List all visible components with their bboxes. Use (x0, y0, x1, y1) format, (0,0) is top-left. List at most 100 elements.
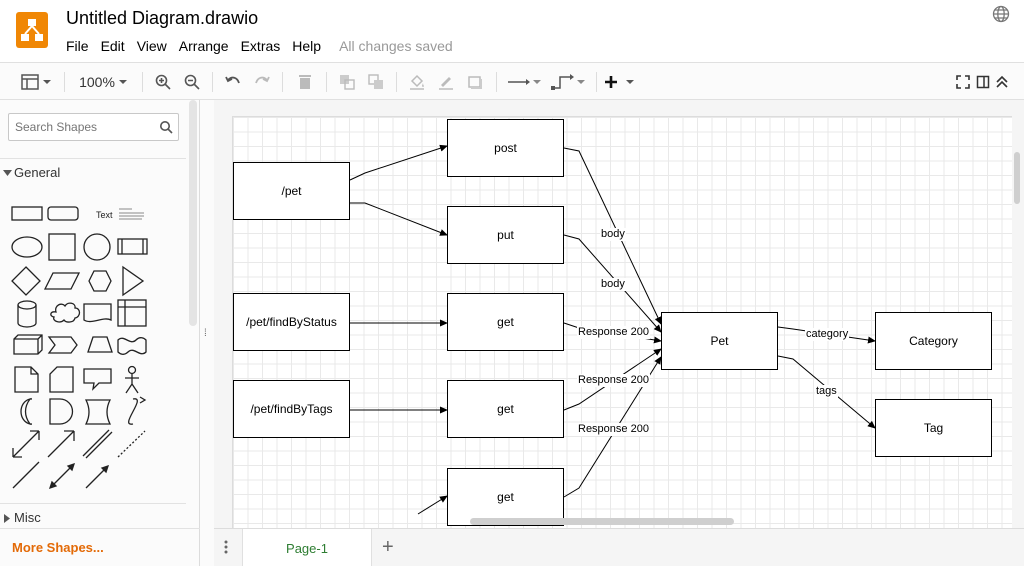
callout-shape[interactable] (83, 368, 112, 391)
edge-pet-post[interactable] (349, 144, 448, 181)
square-shape[interactable] (48, 233, 76, 261)
menu-extras[interactable]: Extras (241, 38, 281, 54)
node-pet-path[interactable]: /pet (233, 162, 350, 220)
globe-icon[interactable] (992, 5, 1010, 23)
add-page-icon[interactable]: + (382, 537, 394, 557)
step-shape[interactable] (47, 336, 78, 354)
internal-storage-shape[interactable] (117, 299, 147, 327)
card-shape[interactable] (49, 366, 74, 393)
directional-connector-shape[interactable] (85, 464, 110, 489)
delete-icon[interactable] (294, 71, 316, 93)
triangle-shape[interactable] (122, 265, 145, 297)
line-shape[interactable] (12, 461, 40, 489)
arrow-shape[interactable] (47, 430, 75, 458)
edge-label-category[interactable]: category (805, 328, 850, 341)
fullscreen-icon[interactable] (953, 71, 973, 93)
edge-pet-put[interactable] (350, 202, 448, 236)
or-shape[interactable] (20, 397, 32, 426)
to-front-icon[interactable] (336, 71, 358, 93)
node-label: get (497, 490, 514, 504)
edge-label-body[interactable]: body (600, 278, 626, 291)
parallelogram-shape[interactable] (43, 272, 81, 290)
canvas-vertical-scrollbar[interactable] (1014, 152, 1020, 204)
undo-icon[interactable] (222, 71, 244, 93)
zoom-dropdown[interactable]: 100% (76, 71, 132, 93)
diamond-shape[interactable] (11, 266, 41, 296)
node-post[interactable]: post (447, 119, 564, 177)
edge-label-response[interactable]: Response 200 (577, 423, 650, 436)
edge-label-response[interactable]: Response 200 (577, 326, 650, 339)
line-color-icon[interactable] (435, 71, 457, 93)
node-get-status[interactable]: get (447, 293, 564, 351)
diagram-page[interactable]: /pet post put /pet/findByStatus get /pet… (232, 116, 1012, 528)
sidebar-splitter[interactable]: ⁞ (200, 100, 214, 566)
edge-label-body[interactable]: body (600, 228, 626, 241)
curve-shape[interactable] (128, 396, 147, 425)
textbox-shape[interactable] (119, 208, 144, 220)
rounded-rectangle-shape[interactable] (47, 206, 79, 221)
shadow-icon[interactable] (464, 71, 486, 93)
trapezoid-shape[interactable] (87, 336, 113, 353)
format-toggle-icon[interactable] (973, 71, 993, 93)
circle-shape[interactable] (83, 233, 111, 261)
cube-shape[interactable] (13, 334, 43, 355)
format-panel-button[interactable] (18, 71, 54, 93)
node-find-by-status[interactable]: /pet/findByStatus (233, 293, 350, 351)
document-title[interactable]: Untitled Diagram.drawio (66, 8, 258, 29)
menu-view[interactable]: View (137, 38, 167, 54)
collapse-chevrons-icon[interactable] (992, 71, 1012, 93)
menu-edit[interactable]: Edit (101, 38, 125, 54)
zoom-out-icon[interactable] (181, 71, 203, 93)
connection-style-dropdown[interactable] (506, 71, 542, 93)
misc-section-header[interactable]: Misc (0, 503, 186, 531)
menu-bar: File Edit View Arrange Extras Help All c… (66, 38, 465, 54)
cloud-shape[interactable] (50, 302, 81, 323)
canvas-horizontal-scrollbar[interactable] (470, 518, 734, 525)
node-find-by-tags[interactable]: /pet/findByTags (233, 380, 350, 438)
bidirectional-connector-shape[interactable] (48, 462, 76, 490)
note-shape[interactable] (14, 366, 39, 393)
menu-help[interactable]: Help (292, 38, 321, 54)
edge-label-tags[interactable]: tags (815, 385, 838, 398)
general-section-header[interactable]: General (0, 158, 186, 186)
data-storage-shape[interactable] (84, 399, 112, 425)
drawio-logo-icon[interactable] (16, 12, 48, 48)
to-back-icon[interactable] (365, 71, 387, 93)
process-shape[interactable] (117, 238, 148, 255)
link-shape[interactable] (82, 429, 113, 459)
menu-file[interactable]: File (66, 38, 89, 54)
ellipse-shape[interactable] (11, 236, 43, 258)
node-put[interactable]: put (447, 206, 564, 264)
tape-shape[interactable] (117, 337, 147, 355)
edge-label-response[interactable]: Response 200 (577, 374, 650, 387)
actor-shape[interactable] (125, 365, 139, 394)
delay-shape[interactable] (49, 398, 74, 425)
rectangle-shape[interactable] (11, 206, 43, 221)
fill-color-icon[interactable] (406, 71, 428, 93)
more-shapes-button[interactable]: More Shapes... (0, 528, 200, 566)
general-shapes-palette: Text (8, 200, 188, 496)
node-tag[interactable]: Tag (875, 399, 992, 457)
node-pet[interactable]: Pet (661, 312, 778, 370)
more-shapes-label: More Shapes... (12, 540, 104, 555)
diagram-canvas[interactable]: /pet post put /pet/findByStatus get /pet… (214, 100, 1024, 528)
sidebar-scrollbar[interactable] (189, 100, 197, 326)
cylinder-shape[interactable] (17, 300, 37, 328)
waypoints-dropdown[interactable] (550, 71, 586, 93)
pages-menu-icon[interactable] (224, 540, 228, 554)
redo-icon[interactable] (251, 71, 273, 93)
bidirectional-arrow-shape[interactable] (12, 430, 40, 458)
zoom-in-icon[interactable] (152, 71, 174, 93)
edge-incoming-get[interactable] (417, 495, 448, 515)
text-shape[interactable]: Text (96, 210, 113, 220)
tab-page-1[interactable]: Page-1 (242, 529, 372, 566)
search-shapes-input[interactable] (9, 114, 149, 140)
dashed-line-shape[interactable] (117, 430, 146, 458)
hexagon-shape[interactable] (88, 270, 112, 292)
search-icon[interactable] (159, 120, 173, 134)
insert-plus-dropdown[interactable] (604, 71, 638, 93)
menu-arrange[interactable]: Arrange (179, 38, 229, 54)
document-shape[interactable] (83, 303, 112, 323)
node-get-tags[interactable]: get (447, 380, 564, 438)
node-category[interactable]: Category (875, 312, 992, 370)
